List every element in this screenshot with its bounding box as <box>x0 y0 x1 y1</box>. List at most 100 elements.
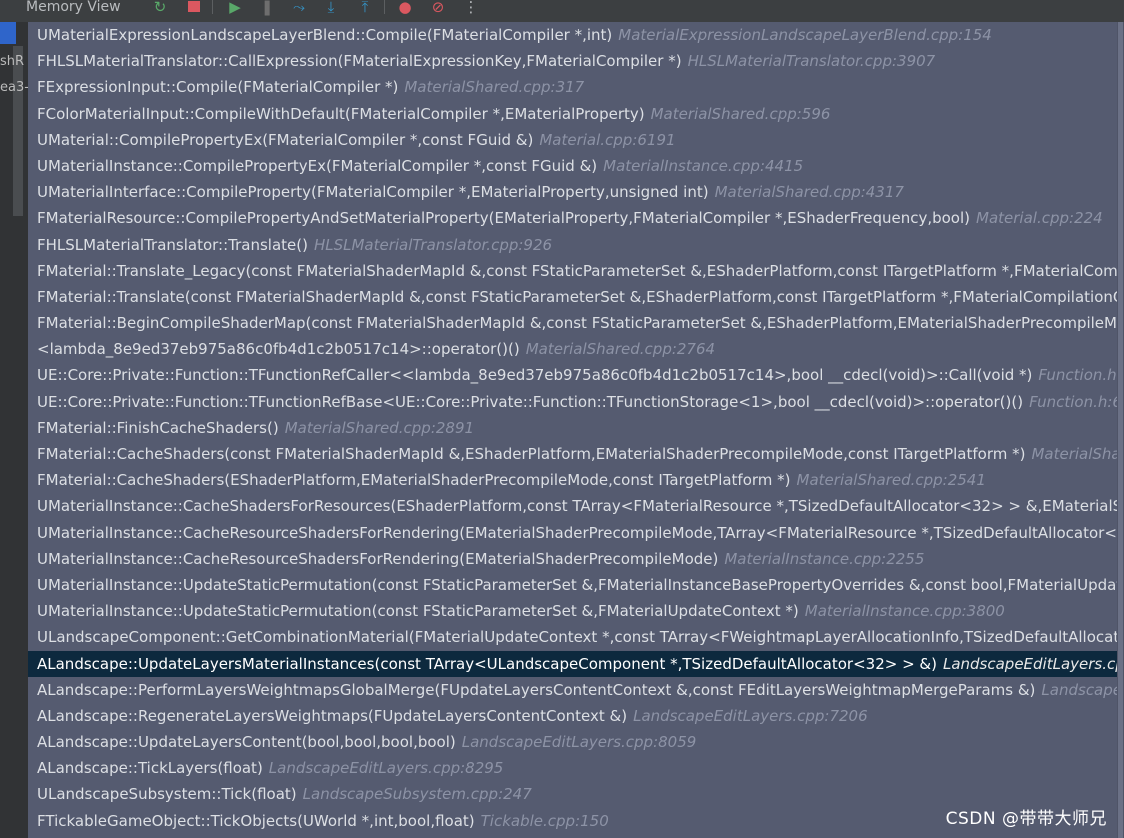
stack-frame[interactable]: UMaterialInstance::CompilePropertyEx(FMa… <box>28 153 1117 179</box>
selected-thread-marker <box>0 22 16 44</box>
frame-function: ULandscapeSubsystem::Tick(float) <box>37 785 297 804</box>
view-breakpoints-icon[interactable]: ● <box>397 0 413 16</box>
frame-location: LandscapeEditLayers.cpp:7206 <box>633 706 868 725</box>
stack-frame[interactable]: UMaterialInstance::UpdateStaticPermutati… <box>28 598 1117 624</box>
stack-frame[interactable]: UE::Core::Private::Function::TFunctionRe… <box>28 389 1117 415</box>
frame-function: FMaterialResource::CompilePropertyAndSet… <box>37 209 971 228</box>
toolbar-separator <box>384 0 385 14</box>
frame-location: MaterialShared.cpp:4317 <box>714 183 904 202</box>
stack-frame[interactable]: UMaterialExpressionLandscapeLayerBlend::… <box>28 22 1117 48</box>
frame-location: Material.cpp:224 <box>976 209 1103 228</box>
frame-function: UMaterialExpressionLandscapeLayerBlend::… <box>37 26 613 44</box>
side-panel-text-fragment: shR <box>0 54 25 69</box>
side-scrollbar[interactable] <box>13 46 23 216</box>
stack-frame[interactable]: UMaterialInstance::CacheResourceShadersF… <box>28 546 1117 572</box>
frame-location: MaterialInstance.cpp:2255 <box>724 549 925 568</box>
frames-list: UMaterialExpressionLandscapeLayerBlend::… <box>28 22 1117 834</box>
toolbar-separator <box>212 0 213 14</box>
frame-location: MaterialInstance.cpp:4415 <box>603 156 804 175</box>
frame-location: HLSLMaterialTranslator.cpp:3907 <box>687 52 936 71</box>
frame-location: LandscapeSubsystem.cpp:247 <box>302 785 532 804</box>
stack-frame[interactable]: UMaterialInstance::CacheResourceShadersF… <box>28 520 1117 546</box>
stack-frame[interactable]: FMaterial::FinishCacheShaders() MaterialS… <box>28 415 1117 441</box>
stack-frame[interactable]: UE::Core::Private::Function::TFunctionRe… <box>28 362 1117 388</box>
stack-frame[interactable]: FExpressionInput::Compile(FMaterialCompi… <box>28 74 1117 100</box>
frames-scrollbar-thumb[interactable] <box>1118 22 1123 838</box>
side-panel-edge: shR ea3- <box>0 22 28 838</box>
stack-frame[interactable]: FHLSLMaterialTranslator::Translate() HLSL… <box>28 232 1117 258</box>
stack-frame[interactable]: FMaterialResource::CompilePropertyAndSet… <box>28 205 1117 231</box>
frame-function: FColorMaterialInput::CompileWithDefault(… <box>37 104 645 123</box>
frame-function: ALandscape::UpdateLayersContent(bool,boo… <box>37 733 456 752</box>
frame-location: LandscapeEditLayers.cpp:738 <box>942 654 1117 673</box>
frame-function: UMaterial::CompilePropertyEx(FMaterialCo… <box>37 130 534 149</box>
frame-location: MaterialShared.cpp:596 <box>650 104 831 123</box>
resume-icon[interactable]: ▶ <box>227 0 243 16</box>
stack-frame[interactable]: ALandscape::UpdateLayersMaterialInstance… <box>28 650 1117 677</box>
frame-function: UE::Core::Private::Function::TFunctionRe… <box>37 392 1024 411</box>
stack-frame[interactable]: <lambda_8e9ed37eb975a86c0fb4d1c2b0517c14… <box>28 336 1117 362</box>
frame-location: Material.cpp:6191 <box>539 130 676 149</box>
frame-function: FMaterial::BeginCompileShaderMap(const F… <box>37 314 1117 333</box>
frame-function: FHLSLMaterialTranslator::Translate() <box>37 235 308 254</box>
frame-function: FMaterial::Translate_Legacy(const FMater… <box>37 261 1117 280</box>
frame-location: MaterialShared.cpp:2541 <box>796 471 986 490</box>
step-over-icon[interactable]: ⤳ <box>291 0 307 16</box>
stack-frame[interactable]: FMaterial::Translate_Legacy(const FMater… <box>28 258 1117 284</box>
debug-toolbar: Memory View ↻ ▶ ❚ ⤳ ⤓ ⤒ ● ⊘ ⋮ <box>0 0 1124 23</box>
frame-function: UMaterialInterface::CompileProperty(FMat… <box>37 183 709 202</box>
stack-frame[interactable]: ALandscape::UpdateLayersContent(bool,boo… <box>28 729 1117 755</box>
frame-location: MaterialShared.cpp:317 <box>404 78 585 97</box>
frame-function: UMaterialInstance::CompilePropertyEx(FMa… <box>37 156 598 175</box>
frame-location: HLSLMaterialTranslator.cpp:926 <box>313 235 553 254</box>
stack-frame[interactable]: ALandscape::TickLayers(float) LandscapeEd… <box>28 755 1117 781</box>
stack-frame[interactable]: ULandscapeComponent::GetCombinationMater… <box>28 624 1117 650</box>
stack-frame[interactable]: FMaterial::Translate(const FMaterialShad… <box>28 284 1117 310</box>
stack-frame[interactable]: ALandscape::PerformLayersWeightmapsGloba… <box>28 677 1117 703</box>
frame-location: MaterialExpressionLandscapeLayerBlend.cp… <box>618 26 992 44</box>
frame-location: LandscapeEditLayers.cpp:8295 <box>268 759 504 778</box>
frame-location: MaterialShared.cpp:2764 <box>525 340 716 359</box>
frame-function: ALandscape::RegenerateLayersWeightmaps(F… <box>37 706 628 725</box>
frame-function: UMaterialInstance::CacheResourceShadersF… <box>37 523 1117 542</box>
stack-frame[interactable]: FColorMaterialInput::CompileWithDefault(… <box>28 101 1117 127</box>
frame-function: ALandscape::TickLayers(float) <box>37 759 263 778</box>
stack-frame[interactable]: UMaterialInstance::CacheShadersForResour… <box>28 493 1117 519</box>
frame-function: FTickableGameObject::TickObjects(UWorld … <box>37 811 475 830</box>
frame-location: MaterialShared.cpp:2891 <box>284 418 475 437</box>
stack-frame[interactable]: FMaterial::CacheShaders(EShaderPlatform,… <box>28 467 1117 493</box>
frame-function: UMaterialInstance::CacheShadersForResour… <box>37 497 1117 516</box>
frame-function: UMaterialInstance::UpdateStaticPermutati… <box>37 602 799 621</box>
frame-function: ALandscape::UpdateLayersMaterialInstance… <box>37 654 937 673</box>
stack-frame[interactable]: UMaterialInterface::CompileProperty(FMat… <box>28 179 1117 205</box>
mute-breakpoints-icon[interactable]: ⊘ <box>430 0 446 16</box>
memory-view-tab[interactable]: Memory View <box>26 0 121 14</box>
frame-location: MaterialInstance.cpp:3800 <box>804 602 1005 621</box>
frame-location: Tickable.cpp:150 <box>480 811 609 830</box>
stack-frame[interactable]: ALandscape::RegenerateLayersWeightmaps(F… <box>28 703 1117 729</box>
frame-function: FMaterial::Translate(const FMaterialShad… <box>37 287 1117 306</box>
rerun-icon[interactable]: ↻ <box>152 0 168 16</box>
pause-icon[interactable]: ❚ <box>259 0 275 16</box>
stack-frame[interactable]: FMaterial::BeginCompileShaderMap(const F… <box>28 310 1117 336</box>
frame-function: FMaterial::FinishCacheShaders() <box>37 418 279 437</box>
frame-function: UMaterialInstance::UpdateStaticPermutati… <box>37 575 1117 594</box>
stack-frame[interactable]: UMaterial::CompilePropertyEx(FMaterialCo… <box>28 127 1117 153</box>
step-out-icon[interactable]: ⤒ <box>357 0 373 16</box>
frame-function: FMaterial::CacheShaders(EShaderPlatform,… <box>37 471 791 490</box>
frame-function: UE::Core::Private::Function::TFunctionRe… <box>37 366 1033 385</box>
stack-frame[interactable]: FMaterial::CacheShaders(const FMaterialS… <box>28 441 1117 467</box>
stack-frame[interactable]: FHLSLMaterialTranslator::CallExpression(… <box>28 48 1117 74</box>
stop-icon[interactable] <box>186 0 202 16</box>
frame-location: MaterialShared <box>1031 445 1117 463</box>
frames-scrollbar[interactable] <box>1117 22 1124 838</box>
frame-function: ALandscape::PerformLayersWeightmapsGloba… <box>37 680 1036 699</box>
step-into-icon[interactable]: ⤓ <box>323 0 339 16</box>
frame-location: LandscapeEdi <box>1041 680 1117 699</box>
frame-function: <lambda_8e9ed37eb975a86c0fb4d1c2b0517c14… <box>37 340 520 359</box>
frame-location: Function.h:465 <box>1038 366 1117 385</box>
stack-frame[interactable]: UMaterialInstance::UpdateStaticPermutati… <box>28 572 1117 598</box>
side-panel-text-fragment: ea3- <box>0 80 28 95</box>
more-icon[interactable]: ⋮ <box>463 0 479 16</box>
frame-function: UMaterialInstance::CacheResourceShadersF… <box>37 549 719 568</box>
